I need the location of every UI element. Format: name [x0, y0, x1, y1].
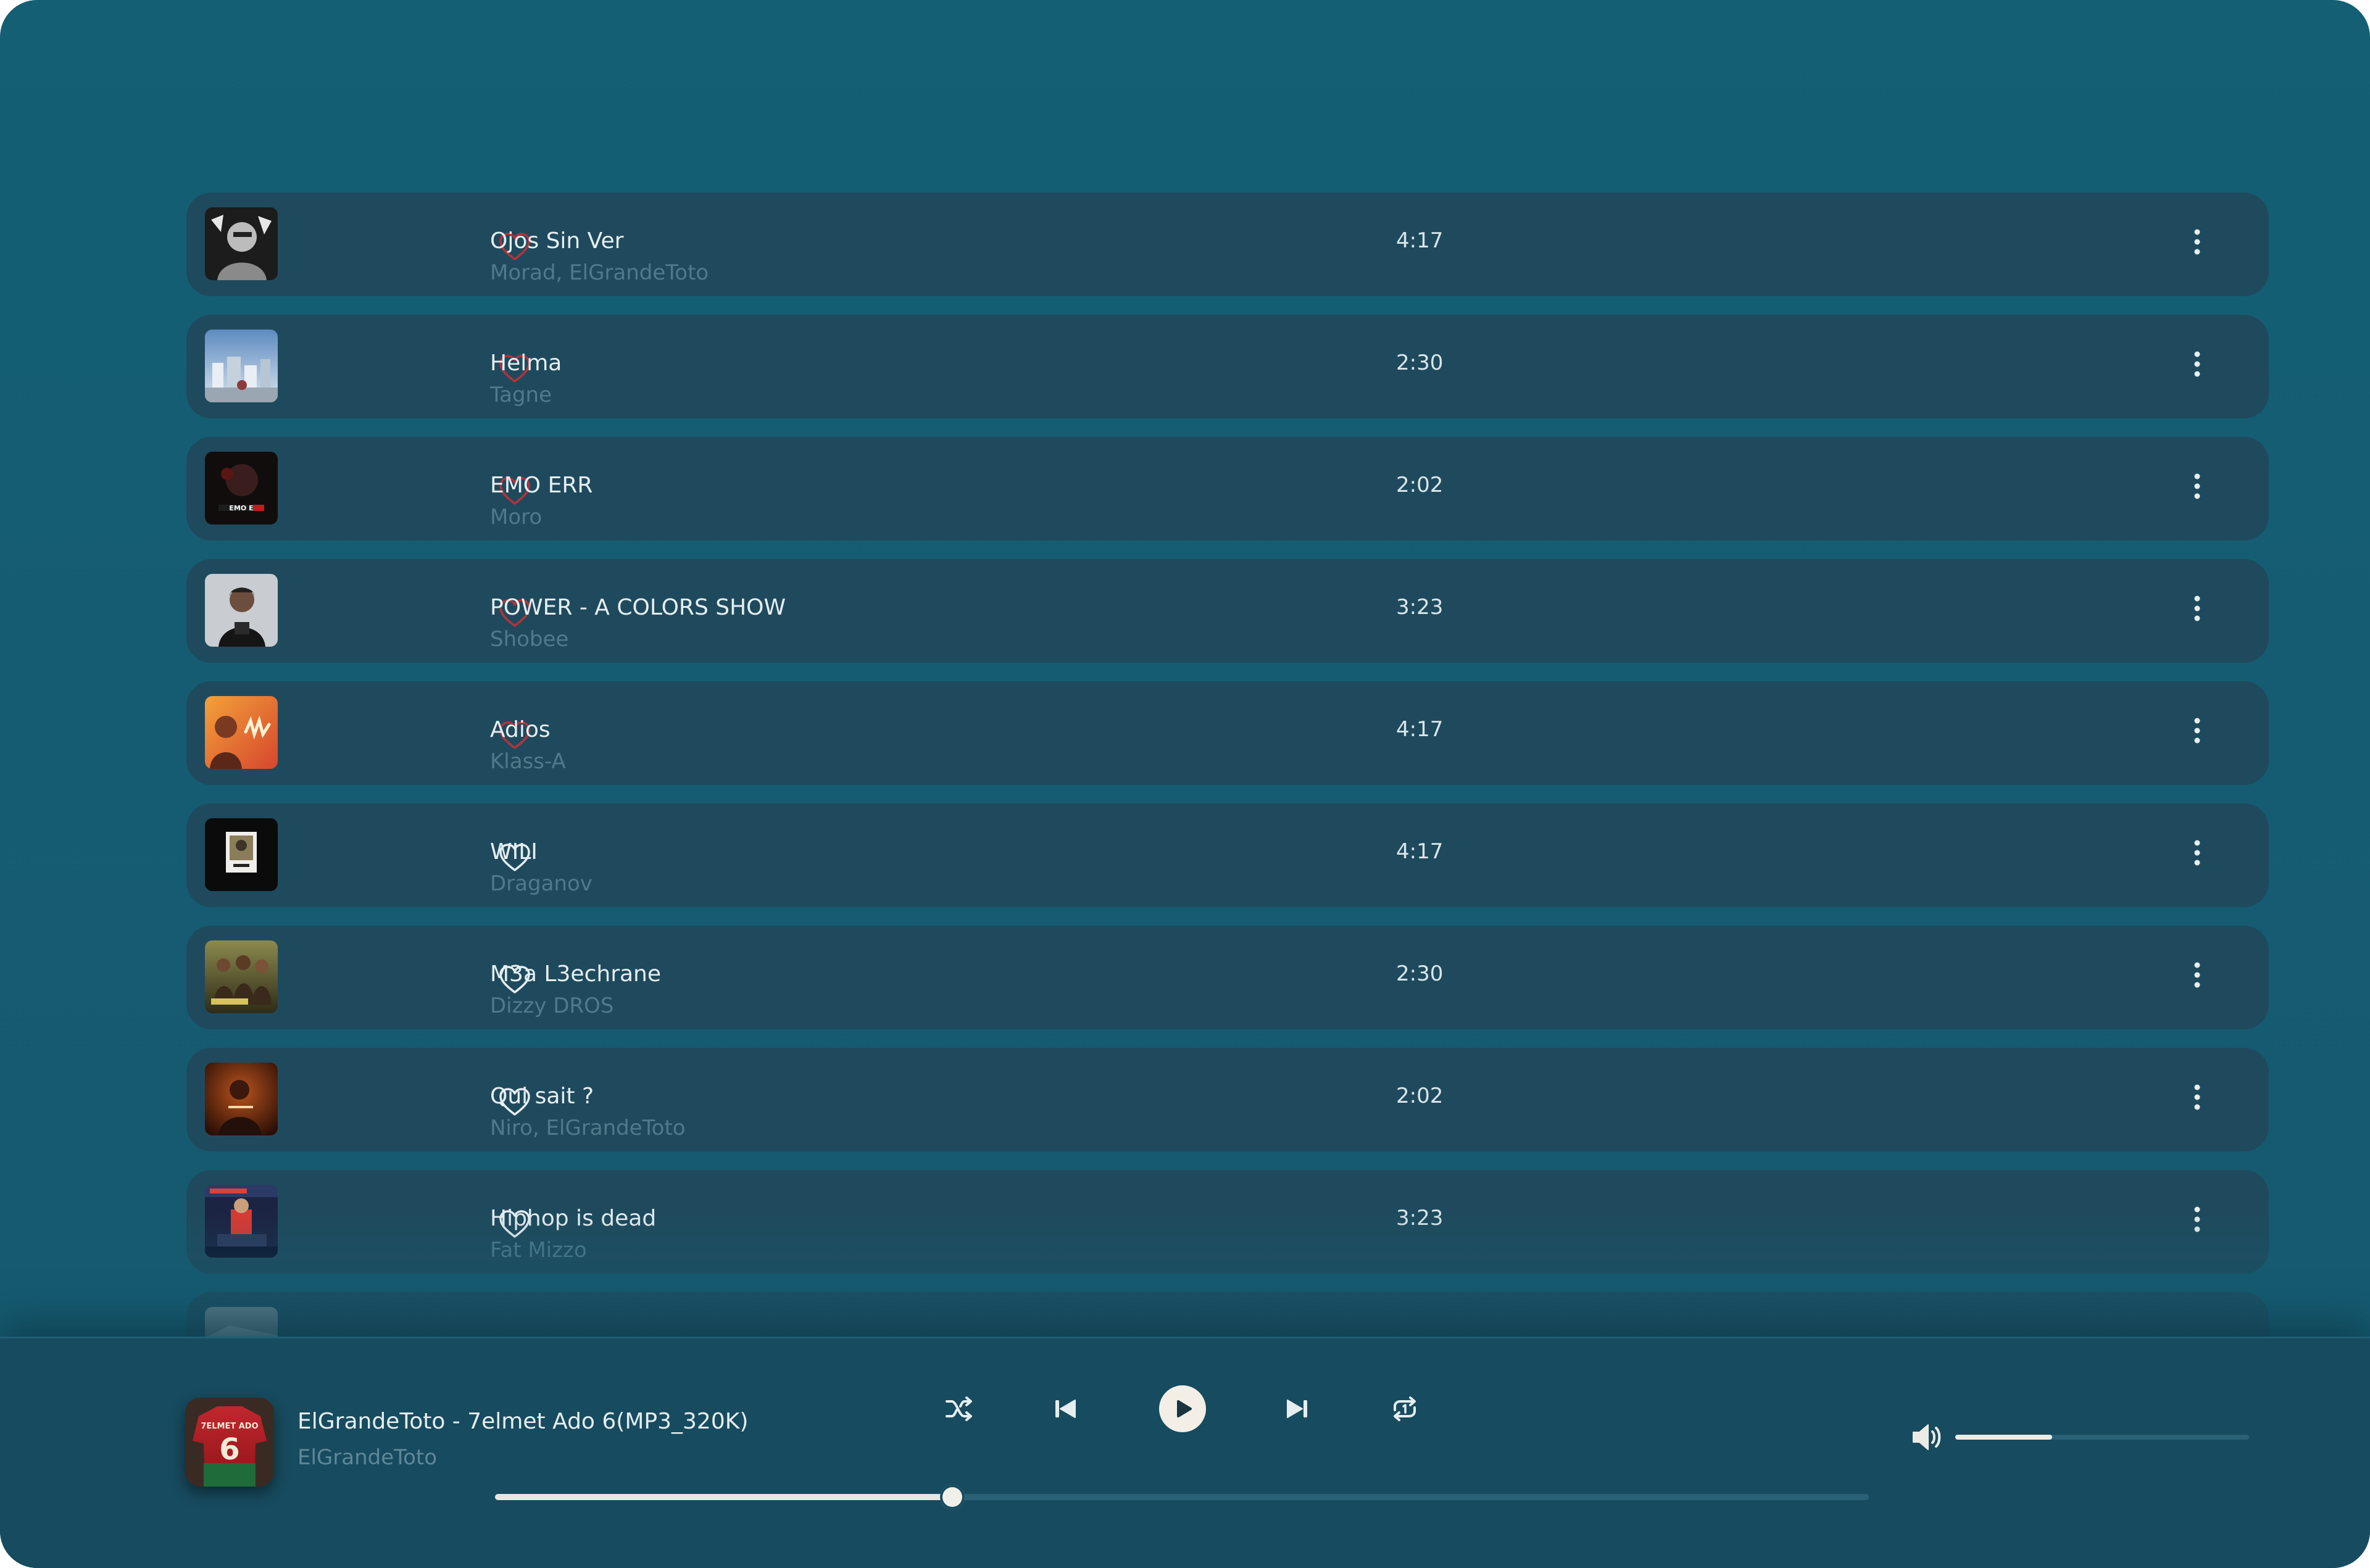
song-row[interactable]: Ojos Sin Ver Morad, ElGrandeToto 4:17 [186, 193, 2269, 296]
song-row[interactable]: Qui sait ? Niro, ElGrandeToto 2:02 [186, 1048, 2269, 1151]
more-options-button[interactable] [2185, 716, 2210, 745]
song-cover [205, 818, 278, 891]
song-duration: 2:02 [1396, 1084, 1444, 1108]
song-duration: 2:30 [1396, 961, 1444, 986]
song-row[interactable]: Hiphop is dead Fat Mizzo 3:23 [186, 1170, 2269, 1274]
shuffle-icon [946, 1396, 972, 1421]
now-playing-cover: 7ELMET ADO 6 [185, 1398, 274, 1487]
song-title: WILI [490, 839, 538, 865]
progress-handle[interactable] [940, 1485, 965, 1509]
more-options-button[interactable] [2185, 471, 2210, 501]
skip-next-icon [1287, 1400, 1307, 1418]
song-artist[interactable]: Morad, ElGrandeToto [490, 260, 709, 285]
song-duration: 3:23 [1396, 1206, 1444, 1230]
song-artist[interactable]: Klass-A [490, 749, 566, 774]
more-options-button[interactable] [2185, 838, 2210, 868]
previous-button[interactable] [1053, 1396, 1078, 1421]
svg-text:EMO E: EMO E [229, 504, 253, 512]
more-vertical-icon [2194, 1084, 2200, 1110]
song-artist[interactable]: Fat Mizzo [490, 1238, 587, 1263]
more-options-button[interactable] [2185, 1205, 2210, 1234]
song-cover [205, 330, 278, 402]
now-playing-bar: 7ELMET ADO 6 ElGrandeToto - 7elmet Ado 6… [0, 1337, 2370, 1568]
more-vertical-icon [2194, 595, 2200, 621]
song-title: Qui sait ? [490, 1084, 594, 1109]
song-artist[interactable]: Tagne [490, 383, 552, 407]
volume-icon [1913, 1424, 1941, 1450]
volume-slider[interactable] [1955, 1435, 2249, 1440]
song-row[interactable]: Helma Tagne 2:30 [186, 315, 2269, 418]
song-title: POWER - A COLORS SHOW [490, 595, 786, 620]
song-duration: 2:02 [1396, 473, 1444, 497]
song-row[interactable]: Adios Klass-A 4:17 [186, 681, 2269, 785]
more-vertical-icon [2194, 962, 2200, 988]
more-vertical-icon [2194, 351, 2200, 377]
more-options-button[interactable] [2185, 227, 2210, 257]
song-title: Hiphop is dead [490, 1206, 657, 1231]
song-artist[interactable]: Shobee [490, 627, 568, 652]
music-player-app: Ojos Sin Ver Morad, ElGrandeToto 4:17 Helma… [0, 0, 2370, 1568]
song-cover [205, 1307, 278, 1337]
more-options-button[interactable] [2185, 594, 2210, 623]
now-playing-artist[interactable]: ElGrandeToto [297, 1445, 437, 1470]
song-row[interactable] [186, 1292, 2269, 1337]
song-list: Ojos Sin Ver Morad, ElGrandeToto 4:17 Helma… [0, 0, 2370, 1337]
next-button[interactable] [1285, 1396, 1310, 1421]
song-cover: EMO E [205, 452, 278, 525]
song-cover [205, 207, 278, 280]
progress-bar[interactable] [495, 1485, 1869, 1509]
song-duration: 3:23 [1396, 595, 1444, 620]
more-vertical-icon [2194, 1206, 2200, 1232]
song-artist[interactable]: Draganov [490, 871, 592, 896]
song-artist[interactable]: Dizzy DROS [490, 993, 613, 1018]
song-duration: 4:17 [1396, 717, 1444, 742]
play-icon [1159, 1385, 1206, 1432]
now-playing-cover-number: 6 [219, 1432, 239, 1467]
song-artist[interactable]: Niro, ElGrandeToto [490, 1116, 686, 1140]
song-row[interactable]: EMO E EMO ERR Moro 2:02 [186, 437, 2269, 541]
song-cover [205, 940, 278, 1013]
play-button[interactable] [1158, 1384, 1207, 1433]
progress-fill [495, 1494, 953, 1500]
more-vertical-icon [2194, 473, 2200, 499]
now-playing-title: ElGrandeToto - 7elmet Ado 6(MP3_320K) [297, 1409, 749, 1434]
now-playing-cover-text: 7ELMET ADO [201, 1422, 258, 1431]
song-row[interactable]: POWER - A COLORS SHOW Shobee 3:23 [186, 559, 2269, 663]
skip-previous-icon [1055, 1400, 1076, 1418]
song-row[interactable]: WILI Draganov 4:17 [186, 803, 2269, 907]
song-duration: 2:30 [1396, 351, 1444, 375]
more-vertical-icon [2194, 229, 2200, 255]
more-options-button[interactable] [2185, 960, 2210, 990]
song-title: Adios [490, 717, 551, 742]
volume-button[interactable] [1911, 1422, 1944, 1452]
song-cover [205, 574, 278, 647]
song-cover [205, 1185, 278, 1258]
song-row[interactable]: M3a L3echrane Dizzy DROS 2:30 [186, 926, 2269, 1029]
song-artist[interactable]: Moro [490, 505, 542, 529]
song-title: Helma [490, 351, 562, 376]
more-options-button[interactable] [2185, 349, 2210, 379]
song-cover [205, 696, 278, 769]
repeat-button[interactable] [1390, 1395, 1420, 1422]
song-title: Ojos Sin Ver [490, 228, 624, 254]
song-duration: 4:17 [1396, 228, 1444, 253]
song-title: EMO ERR [490, 473, 593, 498]
more-options-button[interactable] [2185, 1082, 2210, 1112]
more-vertical-icon [2194, 840, 2200, 866]
repeat-one-icon [1394, 1396, 1416, 1421]
more-vertical-icon [2194, 718, 2200, 744]
shuffle-button[interactable] [944, 1395, 974, 1422]
song-duration: 4:17 [1396, 839, 1444, 864]
song-title: M3a L3echrane [490, 961, 662, 987]
volume-fill [1955, 1435, 2053, 1440]
song-cover [205, 1063, 278, 1135]
